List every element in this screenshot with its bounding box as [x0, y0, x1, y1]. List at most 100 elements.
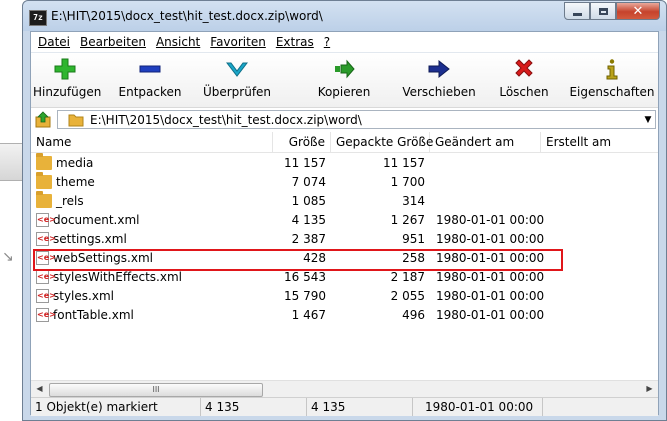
file-name: styles.xml — [53, 288, 114, 303]
file-modified: 1980-01-01 00:00 — [436, 269, 545, 284]
window-controls: ✕ — [564, 2, 660, 20]
file-modified: 1980-01-01 00:00 — [436, 288, 545, 303]
scroll-left-icon[interactable]: ◀ — [31, 381, 48, 397]
check-icon — [226, 62, 248, 77]
xml-file-icon: <e> — [36, 231, 56, 246]
table-row[interactable]: <e> styles.xml 15 790 2 055 1980-01-01 00… — [31, 286, 658, 305]
table-row[interactable]: theme 7 074 1 700 — [31, 171, 658, 191]
xml-file-icon: <e> — [36, 212, 56, 227]
file-size: 16 543 — [284, 269, 326, 284]
copy-arrow-icon — [335, 59, 355, 79]
column-modified[interactable]: Geändert am — [430, 132, 541, 152]
background-window-fragment — [0, 143, 23, 181]
file-packed-size: 258 — [402, 250, 425, 265]
file-name: document.xml — [53, 212, 140, 227]
xml-file-icon: <e> — [36, 269, 56, 284]
minimize-button[interactable] — [564, 2, 590, 20]
folder-icon — [36, 190, 52, 208]
minimize-icon — [572, 12, 582, 16]
menu-ansicht[interactable]: Ansicht — [151, 35, 205, 49]
properties-button[interactable]: Eigenschaften — [567, 57, 657, 103]
file-packed-size: 2 055 — [390, 288, 425, 303]
test-button[interactable]: Überprüfen — [201, 57, 273, 103]
table-row[interactable]: <e> webSettings.xml 428 258 1980-01-01 00… — [31, 248, 658, 267]
arrow-right-icon — [428, 59, 450, 79]
file-size: 4 135 — [291, 212, 326, 227]
title-bar[interactable]: 7z E:\HIT\2015\docx_test\hit_test.docx.z… — [23, 1, 666, 31]
table-row[interactable]: media 11 157 11 157 — [31, 152, 658, 172]
column-name[interactable]: Name — [31, 132, 273, 152]
close-button[interactable]: ✕ — [616, 2, 660, 20]
plus-icon — [54, 58, 76, 80]
column-packed-size[interactable]: Gepackte Größe — [331, 132, 433, 152]
file-size: 1 085 — [291, 193, 326, 208]
file-packed-size: 11 157 — [383, 155, 425, 170]
table-row[interactable]: <e> stylesWithEffects.xml 16 543 2 187 19… — [31, 267, 658, 286]
background-arrow-icon: ↘ — [2, 249, 14, 265]
xml-file-icon: <e> — [36, 307, 56, 322]
scrollbar-thumb[interactable]: III — [49, 383, 263, 397]
path-text: E:\HIT\2015\docx_test\hit_test.docx.zip\… — [90, 112, 362, 127]
file-modified: 1980-01-01 00:00 — [436, 212, 545, 227]
xml-file-icon: <e> — [36, 250, 56, 265]
file-size: 7 074 — [291, 174, 326, 189]
menu-bearbeiten[interactable]: Bearbeiten — [75, 35, 151, 49]
table-row[interactable]: <e> fontTable.xml 1 467 496 1980-01-01 00… — [31, 305, 658, 324]
table-row[interactable]: <e> settings.xml 2 387 951 1980-01-01 00:… — [31, 229, 658, 248]
column-created[interactable]: Erstellt am — [541, 132, 658, 152]
add-button[interactable]: Hinzufügen — [33, 57, 101, 103]
delete-x-icon — [515, 59, 533, 77]
folder-icon — [36, 171, 52, 189]
move-button[interactable]: Verschieben — [399, 57, 479, 103]
file-name: stylesWithEffects.xml — [53, 269, 182, 284]
status-selected: 1 Objekt(e) markiert — [31, 398, 201, 416]
file-packed-size: 2 187 — [390, 269, 425, 284]
folder-icon — [36, 152, 52, 170]
path-input[interactable]: E:\HIT\2015\docx_test\hit_test.docx.zip\… — [57, 110, 656, 129]
file-packed-size: 314 — [402, 193, 425, 208]
file-list: Name Größe Gepackte Größe Geändert am Er… — [31, 132, 658, 380]
table-row-selected[interactable]: <e> document.xml 4 135 1 267 1980-01-01 0… — [31, 210, 658, 229]
file-name: theme — [56, 174, 95, 189]
menu-datei[interactable]: Datei — [33, 35, 75, 49]
close-icon: ✕ — [632, 3, 644, 19]
file-size: 15 790 — [284, 288, 326, 303]
folder-up-button[interactable] — [34, 111, 52, 129]
maximize-icon — [598, 7, 608, 15]
file-modified: 1980-01-01 00:00 — [436, 250, 545, 265]
menu-favoriten[interactable]: Favoriten — [205, 35, 271, 49]
minus-icon — [139, 65, 161, 73]
menu-help[interactable]: ? — [319, 35, 335, 49]
status-modified: 1980-01-01 00:00 — [413, 398, 543, 416]
column-header-row: Name Größe Gepackte Größe Geändert am Er… — [31, 132, 658, 153]
toolbar: Hinzufügen Entpacken Überprüfen Kopieren… — [31, 53, 658, 108]
scroll-right-icon[interactable]: ▶ — [641, 381, 658, 397]
file-size: 11 157 — [284, 155, 326, 170]
table-row[interactable]: _rels 1 085 314 — [31, 190, 658, 210]
status-empty — [543, 398, 658, 416]
xml-file-icon: <e> — [36, 288, 56, 303]
folder-icon — [68, 113, 84, 127]
extract-button[interactable]: Entpacken — [115, 57, 185, 103]
folder-up-icon — [35, 111, 51, 128]
file-name: webSettings.xml — [53, 250, 153, 265]
copy-button[interactable]: Kopieren — [309, 57, 379, 103]
file-packed-size: 1 267 — [390, 212, 425, 227]
status-bar: 1 Objekt(e) markiert 4 135 4 135 1980-01… — [31, 397, 658, 416]
chevron-down-icon[interactable]: ▼ — [641, 115, 655, 125]
maximize-button[interactable] — [590, 2, 616, 20]
address-bar: E:\HIT\2015\docx_test\hit_test.docx.zip\… — [31, 108, 658, 133]
menu-extras[interactable]: Extras — [271, 35, 319, 49]
file-name: _rels — [56, 193, 84, 208]
window-title: E:\HIT\2015\docx_test\hit_test.docx.zip\… — [51, 9, 323, 23]
menu-bar: Datei Bearbeiten Ansicht Favoriten Extra… — [31, 32, 658, 53]
file-name: fontTable.xml — [53, 307, 134, 322]
horizontal-scrollbar[interactable]: ◀ III ▶ — [31, 380, 658, 397]
file-name: settings.xml — [53, 231, 127, 246]
column-size[interactable]: Größe — [273, 132, 331, 152]
file-packed-size: 496 — [402, 307, 425, 322]
file-manager-window: 7z E:\HIT\2015\docx_test\hit_test.docx.z… — [22, 0, 667, 421]
file-modified: 1980-01-01 00:00 — [436, 307, 545, 322]
file-size: 428 — [303, 250, 326, 265]
delete-button[interactable]: Löschen — [491, 57, 557, 103]
